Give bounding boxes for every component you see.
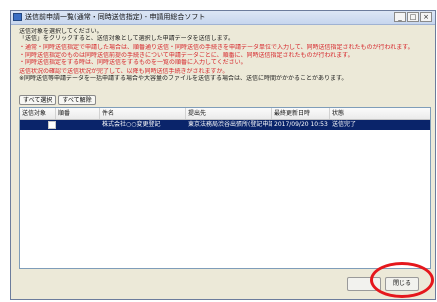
row-order	[56, 120, 100, 130]
button-bar: 閉じる	[11, 269, 435, 299]
row-updated: 2017/09/20 10:53	[274, 121, 328, 128]
warning-line: ・同時送信指定のものは同時送信前提の手続きについて申請データごとに、順番に、同時…	[19, 51, 354, 59]
warning-line: ・同時送信指定をする時は、同時送信をするものを一覧の順番に入力してください。	[19, 58, 247, 66]
row-destination: 東京法務局渋谷出張所(登記申請用)(令...	[188, 121, 272, 128]
warning-line: 送信状況の確認で送信状況が完了して、以降も同時送信手続きがされますか。	[19, 68, 229, 76]
title-bar: 送信前申請一覧(通常・同時送信指定) - 申請用総合ソフト _ □ ×	[11, 11, 435, 25]
app-icon	[13, 13, 22, 21]
instruction-text: 送信対象を選択してください。 「送信」をクリックすると、送信対象として選択した申…	[19, 28, 427, 82]
ok-button[interactable]	[347, 277, 381, 291]
row-status: 送信完了	[332, 121, 357, 128]
selection-buttons: すべて選択 すべて解除	[19, 95, 96, 105]
close-window-button[interactable]: ×	[420, 12, 432, 22]
dialog-window: 送信前申請一覧(通常・同時送信指定) - 申請用総合ソフト _ □ × 送信対象…	[10, 10, 436, 300]
instruction-line: ※同時送信等申請データを一括申請する場合や大容量のファイルを送信する場合は、送信…	[19, 75, 348, 83]
warning-line: ・通常・同時送信指定で申請した場合は、順番通り送信・同時送信の手続きを申請データ…	[19, 44, 414, 52]
deselect-all-button[interactable]: すべて解除	[58, 95, 96, 105]
table-row[interactable]: 株式会社○○変更登記 東京法務局渋谷出張所(登記申請用)(令... 2017/0…	[20, 120, 430, 130]
instruction-line: 送信対象を選択してください。	[19, 28, 103, 35]
column-header-destination[interactable]: 提出先	[186, 108, 272, 119]
minimize-button[interactable]: _	[394, 12, 406, 22]
window-title: 送信前申請一覧(通常・同時送信指定) - 申請用総合ソフト	[25, 13, 206, 21]
application-table: 送信対象 順番 件名 提出先 最終更新日時 状態 株式会社○○変更登記 東京法務…	[19, 107, 431, 269]
window-controls: _ □ ×	[394, 12, 432, 22]
send-target-checkbox[interactable]	[48, 121, 56, 129]
table-header: 送信対象 順番 件名 提出先 最終更新日時 状態	[20, 108, 430, 120]
column-header-updated[interactable]: 最終更新日時	[272, 108, 330, 119]
column-header-status[interactable]: 状態	[330, 108, 430, 119]
column-header-send-target[interactable]: 送信対象	[20, 108, 56, 119]
maximize-button[interactable]: □	[407, 12, 419, 22]
column-header-subject[interactable]: 件名	[100, 108, 186, 119]
select-all-button[interactable]: すべて選択	[19, 95, 57, 105]
instruction-line: 「送信」をクリックすると、送信対象として選択した申請データを送信します。	[19, 35, 234, 43]
close-button[interactable]: 閉じる	[385, 277, 419, 291]
column-header-order[interactable]: 順番	[56, 108, 100, 119]
row-subject: 株式会社○○変更登記	[102, 121, 161, 128]
